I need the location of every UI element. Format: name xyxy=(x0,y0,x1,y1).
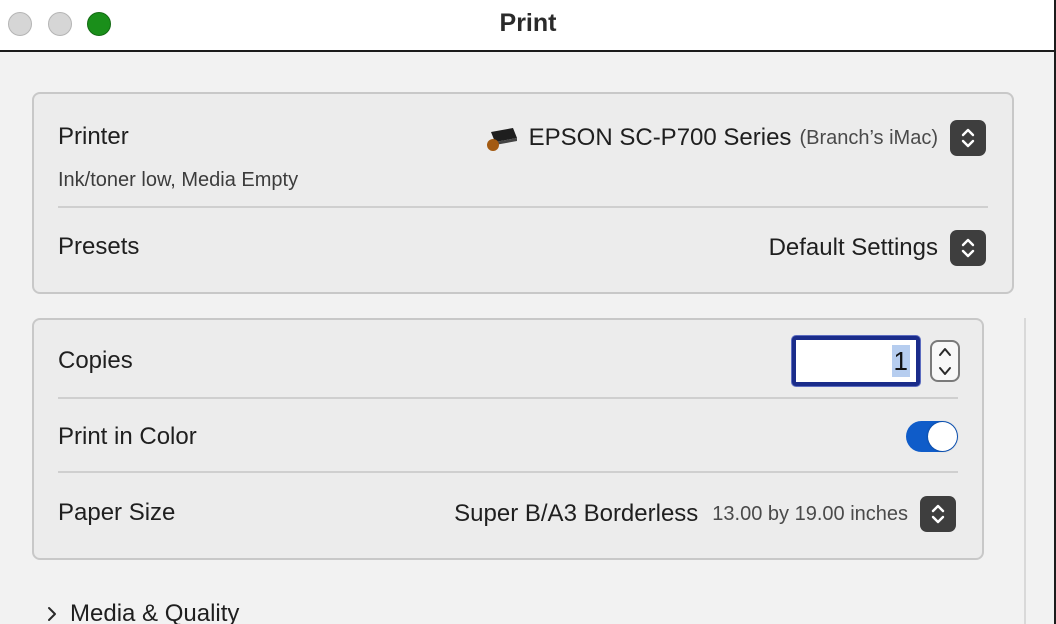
paper-size-value: Super B/A3 Borderless xyxy=(454,500,699,527)
printer-name: EPSON SC-P700 Series xyxy=(528,124,792,151)
printer-icon xyxy=(486,128,517,151)
divider xyxy=(58,471,958,473)
print-dialog: Print Printer Ink/toner low, Media Empty… xyxy=(0,0,1056,624)
copies-label: Copies xyxy=(58,347,133,374)
printer-popup-button[interactable] xyxy=(950,120,986,156)
copies-value: 1 xyxy=(891,345,910,377)
media-quality-label: Media & Quality xyxy=(70,600,240,624)
chevron-down-icon[interactable] xyxy=(937,365,953,377)
divider xyxy=(58,206,988,208)
copies-stepper[interactable] xyxy=(930,340,960,382)
printer-location: (Branch’s iMac) xyxy=(799,126,938,149)
printer-status: Ink/toner low, Media Empty xyxy=(58,169,299,191)
printer-selector[interactable]: EPSON SC-P700 Series (Branch’s iMac) xyxy=(485,120,986,156)
print-in-color-label: Print in Color xyxy=(58,423,197,450)
chevron-up-down-icon xyxy=(961,128,975,148)
paper-size-selector[interactable]: Super B/A3 Borderless 13.00 by 19.00 inc… xyxy=(454,496,956,532)
window-title: Print xyxy=(499,9,557,37)
paper-size-popup-button[interactable] xyxy=(920,496,956,532)
chevron-up-down-icon xyxy=(931,504,945,524)
presets-value: Default Settings xyxy=(768,234,938,261)
scrollbar-track[interactable] xyxy=(1024,318,1026,624)
divider xyxy=(58,397,958,399)
printer-label: Printer xyxy=(58,123,129,150)
chevron-right-icon xyxy=(48,607,56,621)
chevron-up-icon[interactable] xyxy=(937,346,953,358)
presets-label: Presets xyxy=(58,233,140,260)
presets-selector[interactable]: Default Settings xyxy=(769,230,986,266)
presets-popup-button[interactable] xyxy=(950,230,986,266)
title-bar: Print xyxy=(0,0,1056,52)
media-quality-disclosure[interactable]: Media & Quality xyxy=(46,600,239,624)
toggle-knob xyxy=(928,422,957,451)
chevron-up-down-icon xyxy=(961,238,975,258)
paper-size-dimensions: 13.00 by 19.00 inches xyxy=(712,502,908,525)
paper-size-label: Paper Size xyxy=(58,499,176,526)
copies-field[interactable]: 1 xyxy=(792,336,920,386)
print-in-color-toggle[interactable] xyxy=(906,421,958,452)
